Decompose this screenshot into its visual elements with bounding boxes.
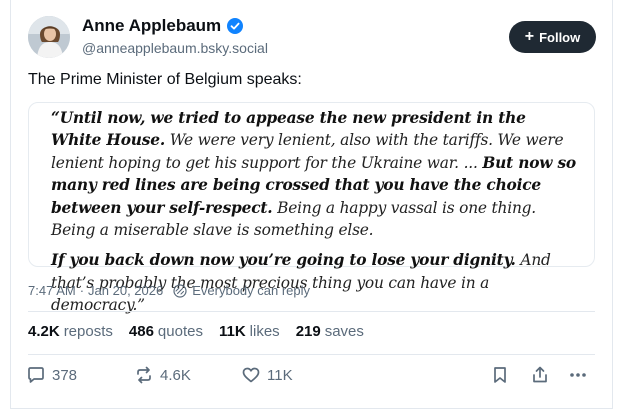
- likes-stat[interactable]: 11K likes: [219, 323, 280, 340]
- quote-image[interactable]: “Until now, we tried to appease the new …: [28, 102, 595, 314]
- author-name-row: Anne Applebaum: [82, 16, 244, 36]
- author-handle[interactable]: @anneapplebaum.bsky.social: [82, 40, 268, 56]
- post-time[interactable]: 7:47 AM: [28, 283, 76, 298]
- reply-count: 378: [52, 366, 78, 384]
- action-bar: 378 4.6K 11K: [26, 365, 595, 389]
- reply-button[interactable]: 378: [26, 365, 77, 385]
- reposts-count: 4.2K: [28, 323, 60, 340]
- saves-stat: 219 saves: [296, 323, 364, 340]
- likes-label: likes: [249, 323, 280, 340]
- saves-label: saves: [324, 323, 364, 340]
- avatar-photo-icon: [28, 16, 70, 58]
- reposts-stat[interactable]: 4.2K reposts: [28, 323, 113, 340]
- reply-settings-icon: [173, 283, 187, 298]
- quotes-count: 486: [128, 323, 154, 340]
- divider: [28, 311, 595, 312]
- post-date[interactable]: Jan 20, 2026: [88, 283, 163, 298]
- bookmark-button[interactable]: [490, 365, 510, 385]
- engagement-stats: 4.2K reposts 486 quotes 11K likes 219 saves: [28, 323, 380, 340]
- more-options-button[interactable]: [568, 365, 588, 385]
- repost-count: 4.6K: [160, 366, 191, 384]
- like-count: 11K: [267, 366, 293, 384]
- bookmark-icon: [494, 367, 506, 383]
- reposts-label: reposts: [63, 323, 113, 340]
- meta-separator: ·: [79, 283, 85, 298]
- quotes-stat[interactable]: 486 quotes: [129, 323, 203, 340]
- share-icon: [533, 366, 547, 383]
- repost-icon: [137, 366, 151, 384]
- plus-icon: +: [524, 28, 535, 45]
- post-meta: 7:47 AM · Jan 20, 2026 Everybody can rep…: [28, 283, 310, 298]
- quote-bold-3: If you back down now you’re going to los…: [51, 251, 516, 270]
- divider: [28, 354, 595, 355]
- quotes-label: quotes: [157, 323, 203, 340]
- like-button[interactable]: 11K: [241, 365, 293, 385]
- saves-count: 219: [295, 323, 321, 340]
- follow-button[interactable]: + Follow: [509, 21, 596, 53]
- reply-settings-label: Everybody can reply: [192, 283, 311, 298]
- ellipsis-icon: [570, 373, 586, 377]
- follow-button-label: Follow: [539, 29, 581, 45]
- post-text: The Prime Minister of Belgium speaks:: [28, 71, 302, 88]
- likes-count: 11K: [218, 323, 246, 340]
- repost-button[interactable]: 4.6K: [134, 365, 191, 385]
- share-button[interactable]: [530, 365, 550, 385]
- verified-badge-icon[interactable]: [227, 18, 244, 34]
- author-display-name[interactable]: Anne Applebaum: [82, 16, 221, 36]
- avatar[interactable]: [28, 16, 70, 58]
- heart-icon: [242, 367, 260, 383]
- reply-icon: [28, 367, 44, 383]
- quote-paragraph-1: “Until now, we tried to appease the new …: [51, 107, 580, 241]
